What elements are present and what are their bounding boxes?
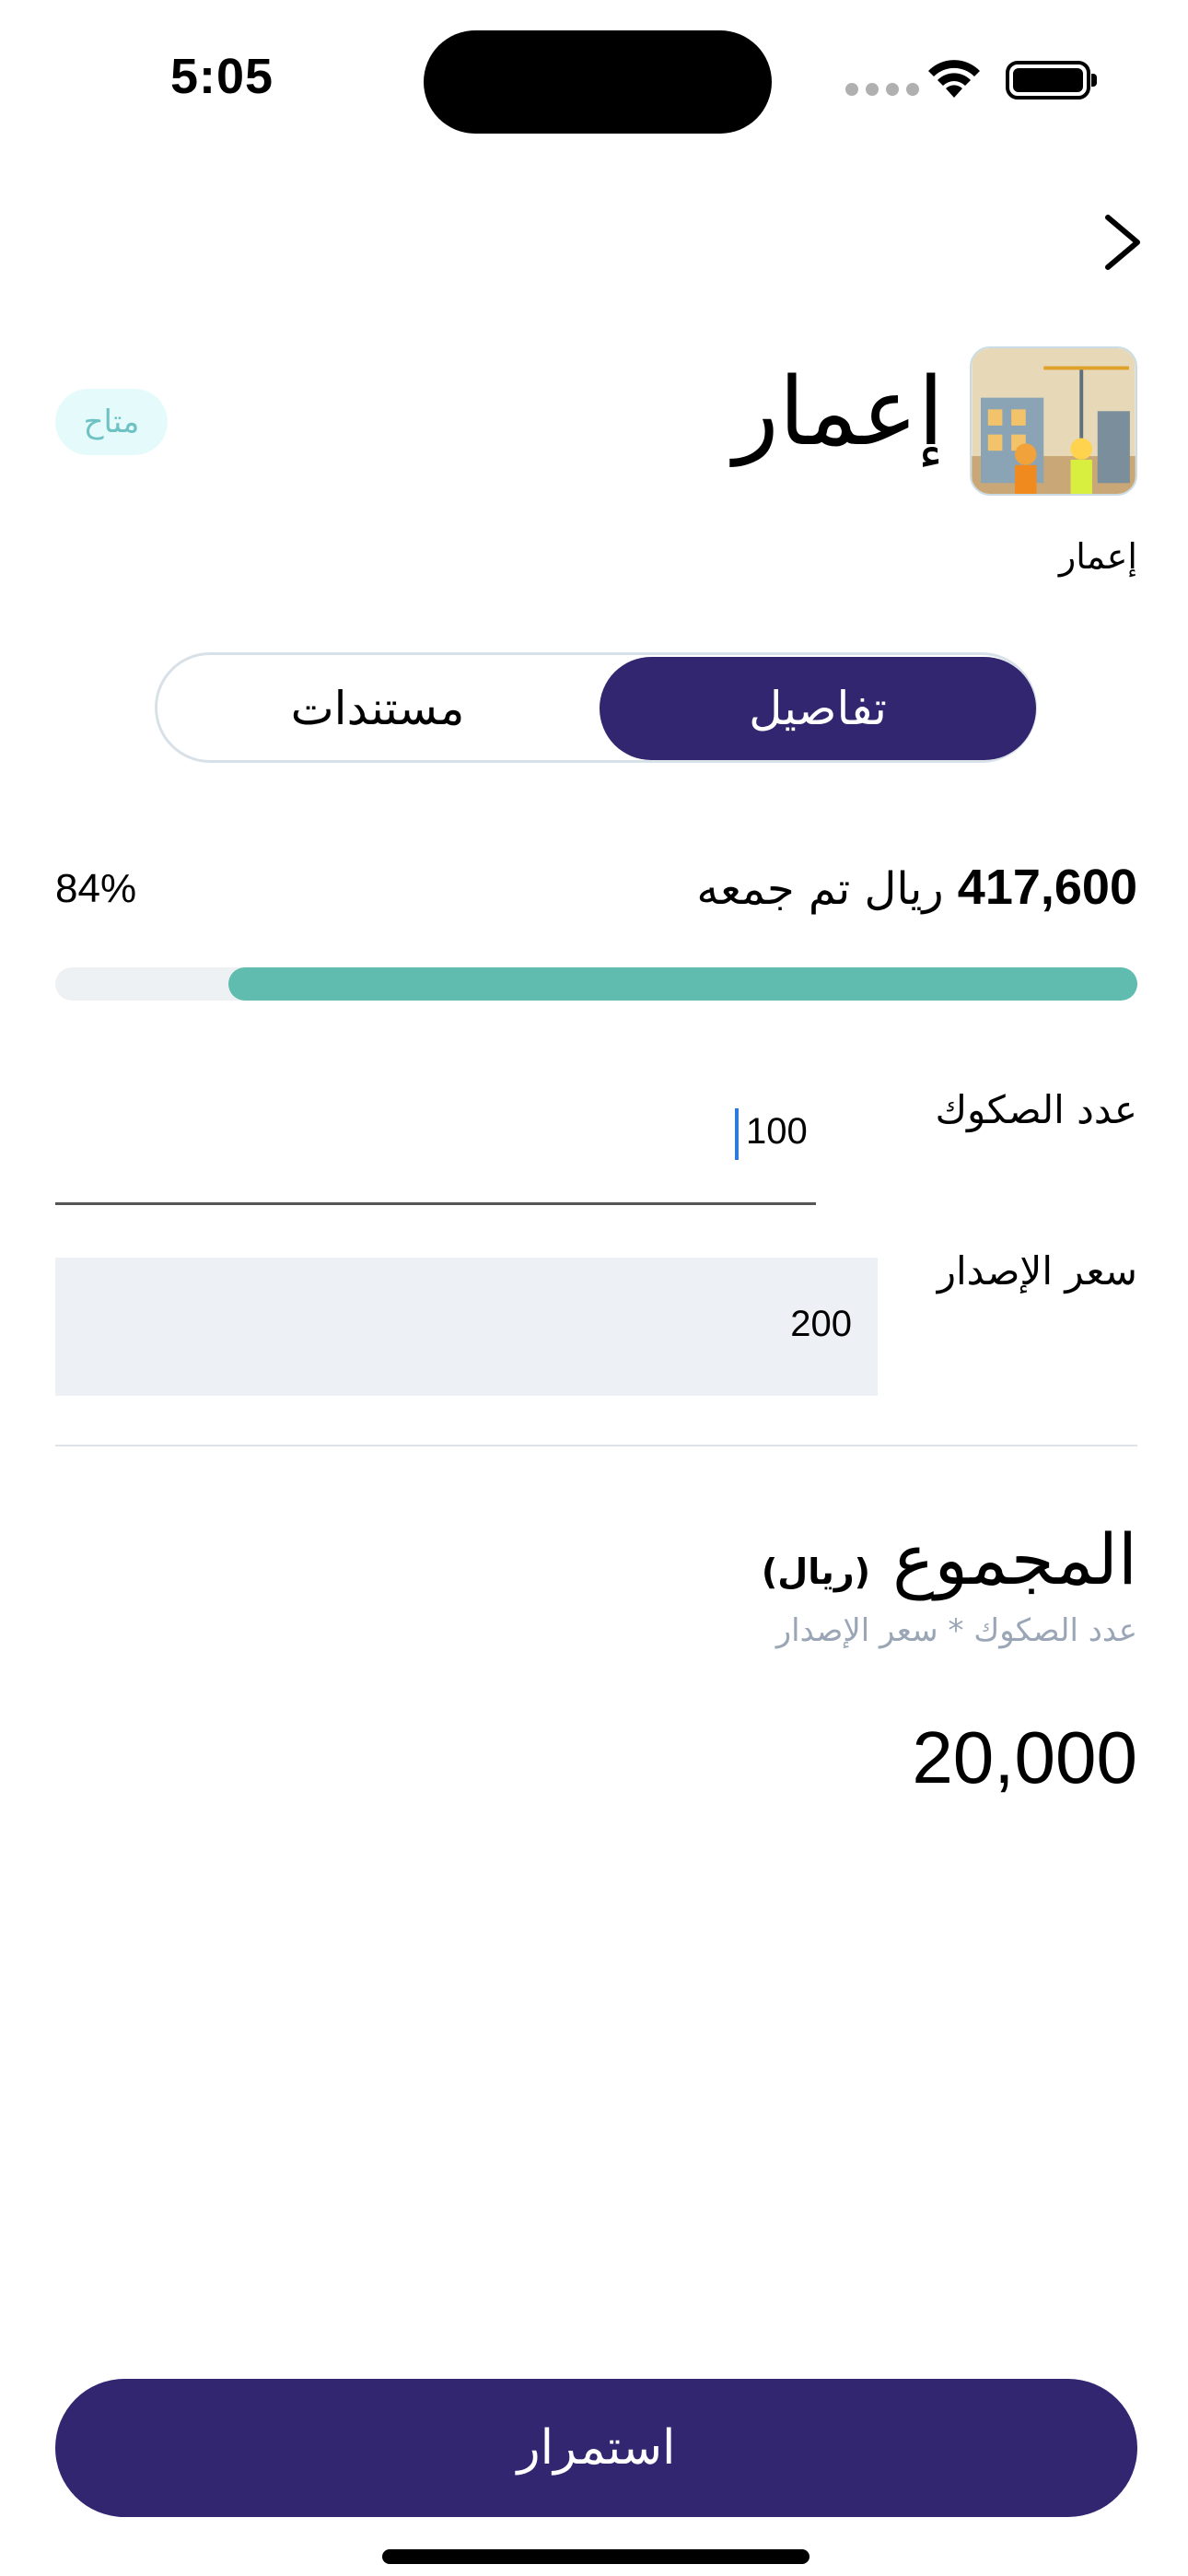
status-badge: متاح (55, 389, 168, 455)
continue-button[interactable]: استمرار (55, 2379, 1137, 2517)
raised-amount-suffix: ريال تم جمعه (696, 863, 944, 915)
quantity-label: عدد الصكوك (935, 1087, 1137, 1132)
cellular-signal-icon (845, 83, 919, 96)
issue-price-field: 200 (55, 1258, 878, 1396)
project-title: إعمار (733, 357, 944, 467)
issue-price-value: 200 (790, 1304, 852, 1344)
quantity-input-underline (55, 1202, 816, 1205)
raised-amount: 417,600 ريال تم جمعه (696, 859, 1137, 916)
quantity-input[interactable]: 100 (746, 1111, 808, 1153)
tab-details[interactable]: تفاصيل (600, 657, 1036, 760)
funding-progress-bar (55, 967, 1137, 1001)
status-time: 5:05 (170, 49, 274, 104)
funding-progress-fill (228, 967, 1137, 1001)
total-title: المجموع (ريال) (762, 1518, 1137, 1600)
dynamic-island (424, 30, 772, 134)
total-formula: عدد الصكوك * سعر الإصدار (775, 1612, 1137, 1649)
project-subtitle: إعمار (1058, 536, 1137, 577)
total-unit: (ريال) (761, 1551, 870, 1592)
funding-percent: 84% (55, 866, 137, 911)
project-thumbnail (970, 346, 1137, 496)
issue-price-label: سعر الإصدار (937, 1248, 1137, 1294)
text-cursor (735, 1108, 739, 1160)
chevron-right-icon[interactable] (1101, 214, 1145, 271)
tab-documents[interactable]: مستندات (159, 657, 596, 760)
wifi-icon (928, 60, 980, 98)
total-title-text: المجموع (892, 1518, 1137, 1600)
section-divider (55, 1445, 1137, 1446)
tabs-segmented-control: تفاصيل مستندات (155, 652, 1037, 763)
raised-amount-value: 417,600 (957, 860, 1137, 915)
home-indicator (382, 2549, 809, 2564)
battery-icon (1006, 61, 1097, 100)
total-value: 20,000 (912, 1716, 1137, 1798)
